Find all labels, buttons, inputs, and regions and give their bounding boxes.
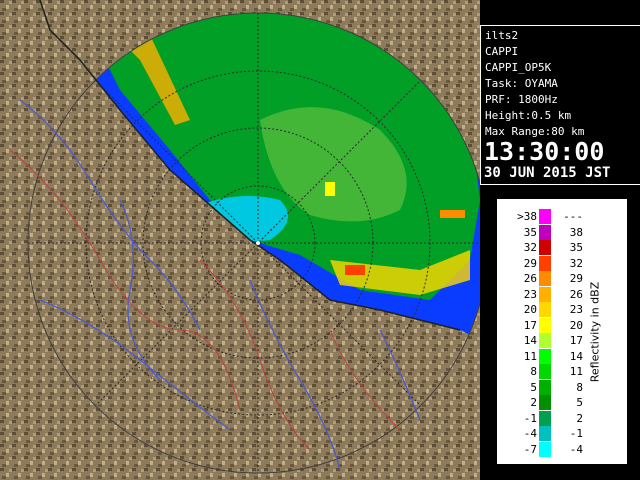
legend-low-value: 26: [523, 272, 537, 285]
legend-low-value: -7: [523, 442, 537, 456]
legend-color-swatch: [539, 271, 551, 286]
legend-high-value: 17: [569, 334, 583, 347]
info-panel: ilts2 CAPPI CAPPI_OP5K Task: OYAMA PRF: …: [480, 25, 640, 185]
legend-low-value: 14: [523, 334, 537, 347]
legend-row: 23 26: [497, 286, 627, 302]
observation-date: 30 JUN 2015 JST: [484, 165, 611, 181]
legend-color-swatch: [539, 224, 551, 240]
legend-high-value: 35: [569, 241, 583, 254]
radar-map[interactable]: [0, 0, 480, 480]
legend-row: 35 38: [497, 224, 627, 240]
legend-high-value: 20: [569, 318, 583, 332]
legend-color-swatch: [539, 317, 551, 333]
legend-row: 14 17: [497, 333, 627, 348]
legend-high-value: 29: [569, 272, 583, 285]
legend-color-swatch: [539, 240, 551, 255]
legend-low-value: 11: [523, 349, 537, 363]
legend-color-swatch: [539, 255, 551, 271]
legend-row: 58: [497, 379, 627, 395]
legend-row: -1 2: [497, 410, 627, 426]
legend-color-swatch: [539, 302, 551, 317]
legend-high-value: 8: [576, 380, 583, 394]
legend-low-value: -1: [523, 411, 537, 425]
legend-row: 32 35: [497, 240, 627, 255]
legend-row: >38 ---: [497, 209, 627, 224]
legend-row: 20 23: [497, 302, 627, 317]
legend-high-value: 2: [576, 411, 583, 425]
legend-low-value: 35: [523, 225, 537, 239]
prf-label: PRF: 1800Hz: [485, 93, 558, 106]
legend-row: 29 32: [497, 255, 627, 271]
legend-high-value: 38: [569, 225, 583, 239]
legend-row: -4 -1: [497, 426, 627, 441]
site-label: ilts2: [485, 29, 519, 42]
legend-low-value: 20: [523, 303, 537, 316]
task-label: Task: OYAMA: [485, 77, 558, 90]
legend-row: -7 -4: [497, 441, 627, 457]
legend-row: 8 11: [497, 364, 627, 379]
legend-color-swatch: [539, 426, 551, 441]
legend-row: 17 20: [497, 317, 627, 333]
legend-row: 26 29: [497, 271, 627, 286]
legend-color-swatch: [539, 286, 551, 302]
legend-color-swatch: [539, 364, 551, 379]
legend-high-value: -4: [569, 442, 583, 456]
legend-low-value: 5: [530, 380, 537, 394]
legend-color-swatch: [539, 348, 551, 364]
product-label: CAPPI: [485, 45, 519, 58]
legend-low-value: >38: [517, 210, 537, 223]
legend-high-value: 14: [569, 349, 583, 363]
legend-color-swatch: [539, 395, 551, 410]
legend-low-value: 32: [523, 241, 537, 254]
legend-low-value: -4: [523, 427, 537, 440]
legend-row: 11 14: [497, 348, 627, 364]
legend-high-value: ---: [563, 210, 583, 223]
reflectivity-legend: >38 --- 35 38 32 35 29 32 26 29 23 26 20 23 17 20 14 17 11…: [496, 198, 628, 465]
legend-low-value: 2: [530, 396, 537, 409]
legend-high-value: 26: [569, 287, 583, 301]
legend-color-swatch: [539, 441, 551, 457]
legend-color-swatch: [539, 410, 551, 426]
product-id-label: CAPPI_OP5K: [485, 61, 552, 74]
height-label: Height:0.5 km: [485, 109, 572, 122]
legend-high-value: 11: [569, 365, 583, 378]
legend-unit-label: Reflectivity in dBZ: [588, 281, 602, 383]
echo-cell-orange: [440, 210, 465, 218]
legend-high-value: 32: [569, 256, 583, 270]
echo-cell-red: [345, 265, 365, 275]
legend-high-value: 5: [576, 396, 583, 409]
legend-color-swatch: [539, 209, 551, 224]
legend-row: 25: [497, 395, 627, 410]
legend-low-value: 8: [530, 365, 537, 378]
legend-color-swatch: [539, 379, 551, 395]
legend-high-value: 23: [569, 303, 583, 316]
legend-high-value: -1: [569, 427, 583, 440]
legend-low-value: 29: [523, 256, 537, 270]
observation-time: 13:30:00: [484, 137, 605, 166]
radar-site-marker: [256, 241, 260, 245]
legend-color-swatch: [539, 333, 551, 348]
legend-low-value: 17: [523, 318, 537, 332]
echo-cell-yellow: [325, 182, 335, 196]
legend-low-value: 23: [523, 287, 537, 301]
